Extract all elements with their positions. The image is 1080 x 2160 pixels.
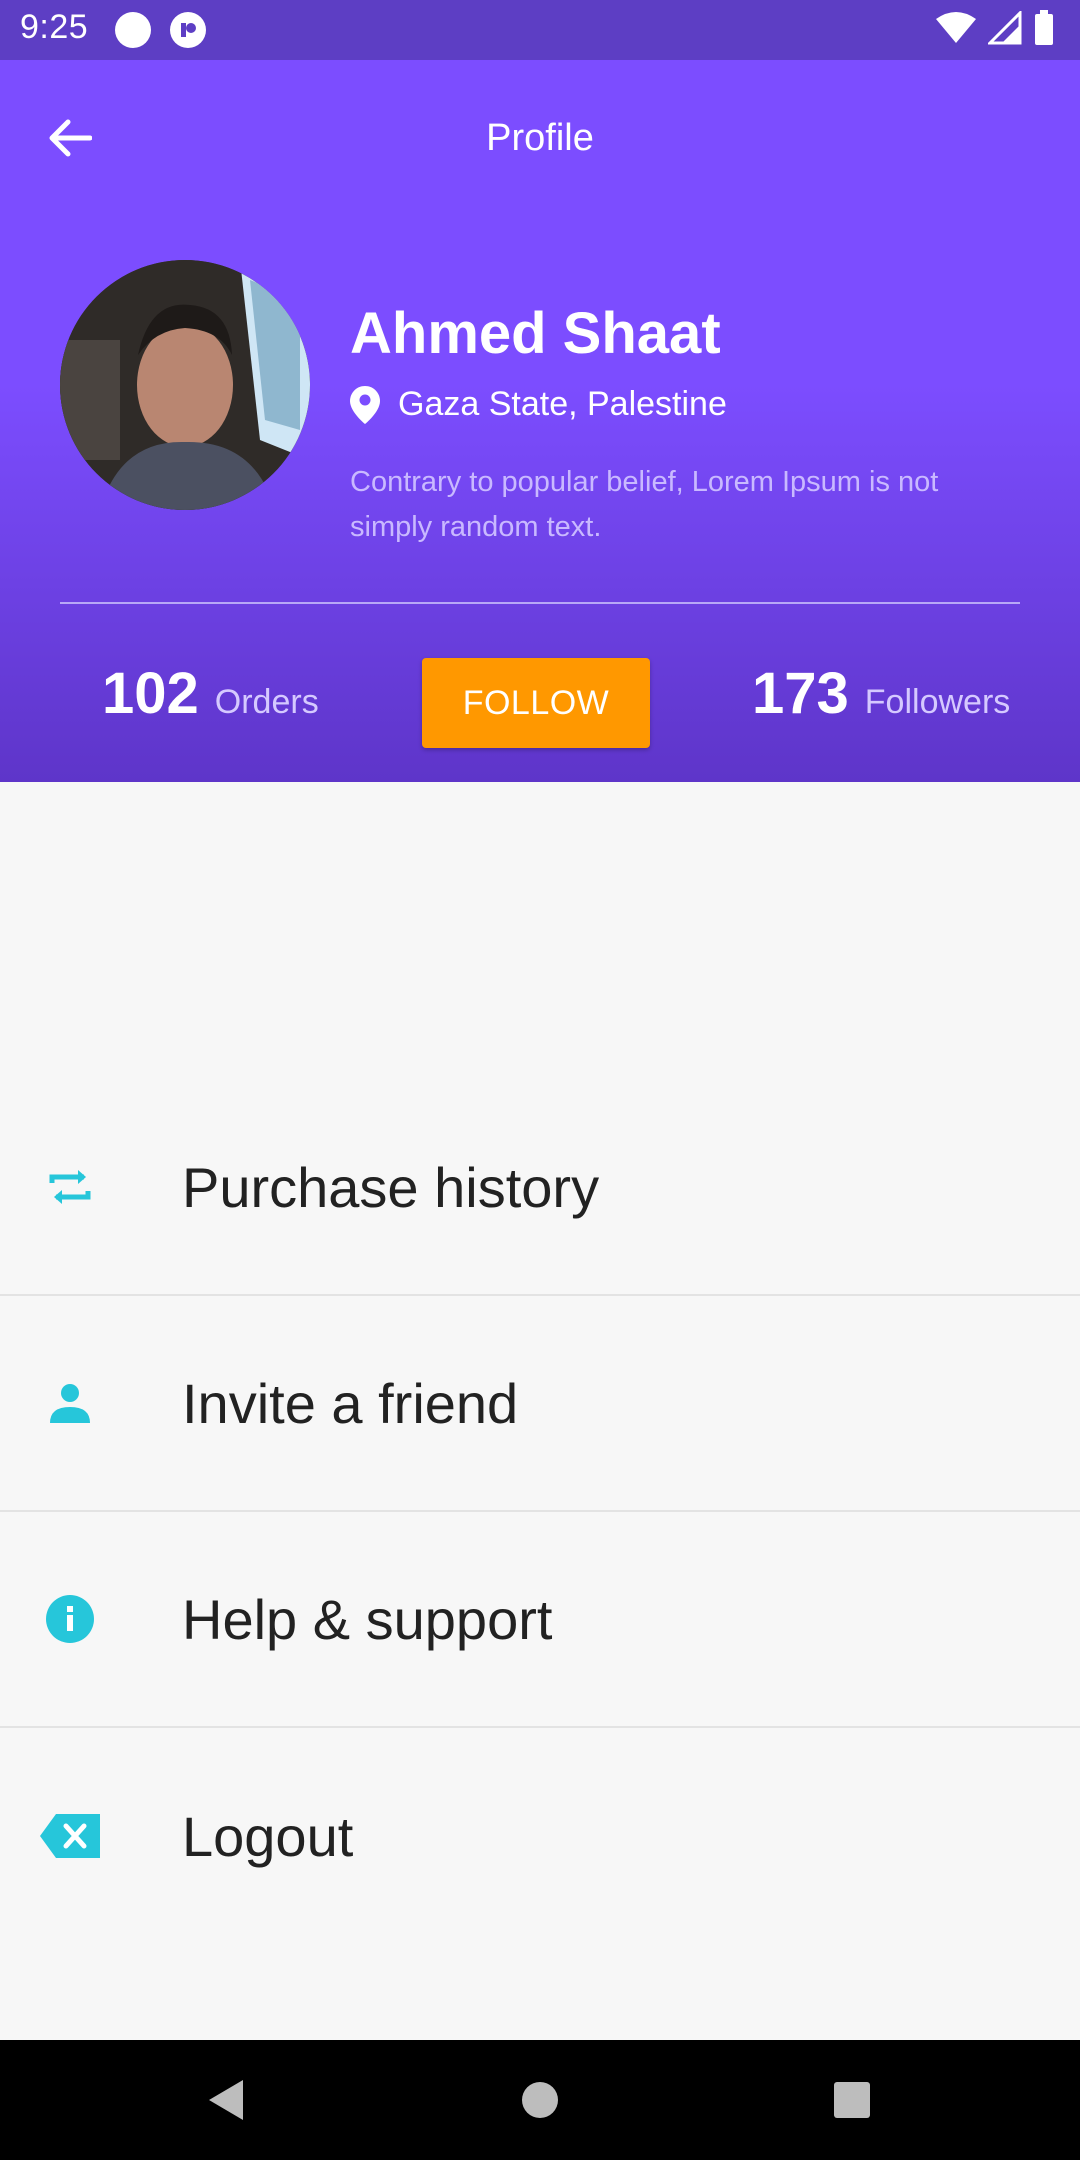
repeat-icon: [40, 1157, 100, 1217]
header-divider: [60, 602, 1020, 604]
location-text: Gaza State, Palestine: [398, 385, 727, 423]
status-icons: [936, 10, 1054, 46]
nav-recents-button[interactable]: [792, 2040, 912, 2160]
wifi-icon: [936, 12, 976, 43]
followers-stat: 173 Followers: [752, 660, 1010, 727]
backspace-icon: [40, 1806, 100, 1866]
profile-menu: Purchase history Invite a friend Help & …: [0, 1080, 1080, 1944]
location-pin-icon: [350, 385, 380, 424]
menu-label: Help & support: [182, 1587, 553, 1651]
user-name: Ahmed Shaat: [350, 301, 721, 366]
orders-count: 102: [102, 661, 199, 726]
followers-count: 173: [752, 661, 849, 726]
square-recents-icon: [834, 2082, 870, 2118]
follow-button[interactable]: FOLLOW: [422, 658, 650, 748]
profile-header: Profile Ahmed Shaat Gaza State, Palestin…: [0, 60, 1080, 782]
menu-label: Logout: [182, 1804, 354, 1868]
followers-label: Followers: [864, 683, 1011, 721]
signal-icon: [988, 11, 1022, 45]
info-icon: [40, 1589, 100, 1649]
system-nav-bar: [0, 2040, 1080, 2160]
bio-text: Contrary to popular belief, Lorem Ipsum …: [350, 466, 939, 543]
avatar: [60, 260, 310, 510]
menu-item-invite-friend[interactable]: Invite a friend: [0, 1296, 1080, 1512]
nav-home-button[interactable]: [480, 2040, 600, 2160]
orders-label: Orders: [214, 683, 319, 721]
status-bar: 9:25: [0, 0, 1080, 60]
menu-label: Purchase history: [182, 1155, 600, 1219]
app-notification-icon: [170, 12, 206, 48]
menu-item-logout[interactable]: Logout: [0, 1728, 1080, 1944]
battery-icon: [1035, 10, 1053, 45]
location-row: Gaza State, Palestine: [350, 385, 727, 424]
nav-back-button[interactable]: [165, 2040, 285, 2160]
menu-label: Invite a friend: [182, 1371, 519, 1435]
circle-home-icon: [522, 2082, 558, 2118]
menu-item-help-support[interactable]: Help & support: [0, 1512, 1080, 1728]
triangle-back-icon: [209, 2080, 243, 2120]
menu-item-purchase-history[interactable]: Purchase history: [0, 1080, 1080, 1296]
orders-stat: 102 Orders: [102, 660, 319, 727]
page-title: Profile: [486, 117, 594, 159]
status-time: 9:25: [20, 8, 89, 46]
notification-dot-icon: [115, 12, 151, 48]
person-icon: [40, 1373, 100, 1433]
